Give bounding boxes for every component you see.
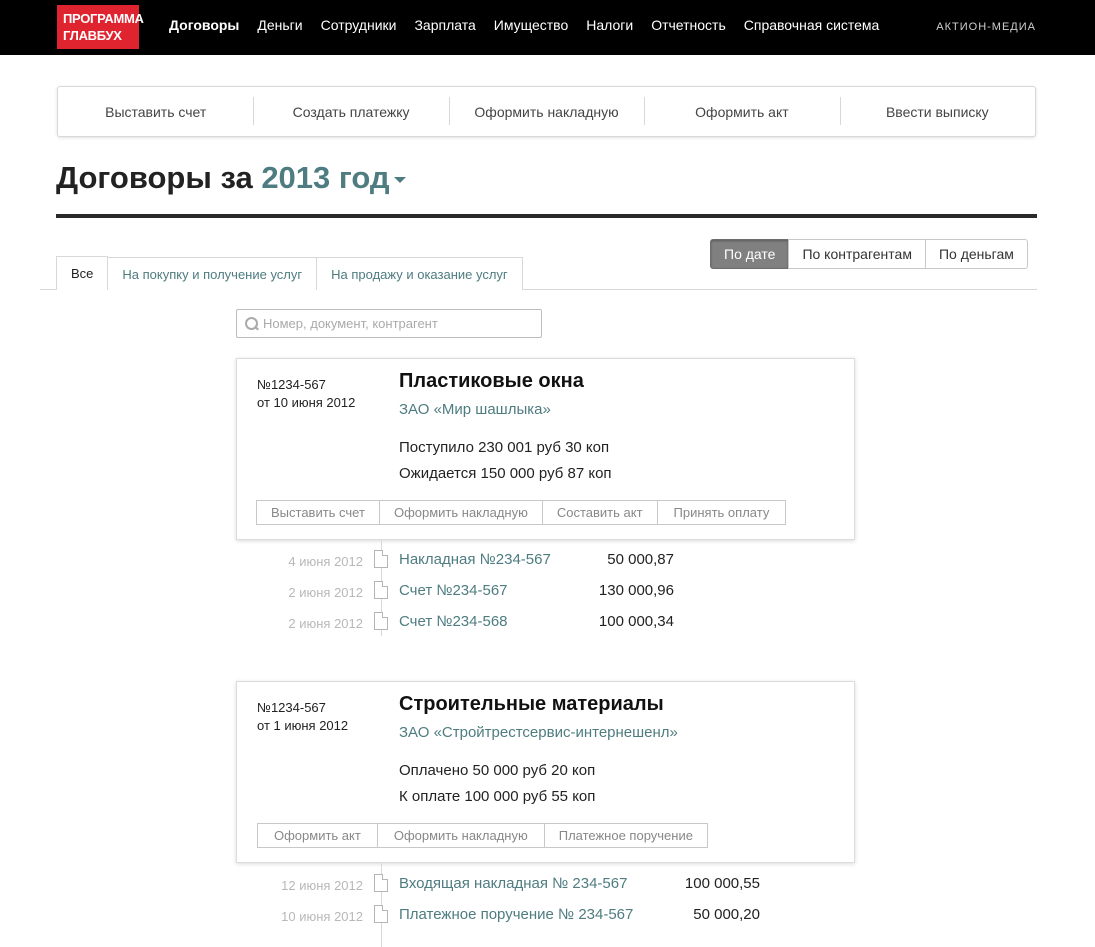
search-input[interactable]	[263, 316, 533, 331]
contract-title: Пластиковые окна	[399, 370, 584, 392]
accept-payment-button[interactable]: Принять оплату	[656, 500, 787, 525]
nav-item-salary[interactable]: Зарплата	[414, 17, 475, 33]
sort-by-date-button[interactable]: По дате	[710, 239, 790, 269]
document-link[interactable]: Накладная №234-567	[399, 551, 551, 568]
contract-company-link[interactable]: ЗАО «Мир шашлыка»	[399, 401, 551, 418]
payment-order-button[interactable]: Платежное поручение	[543, 823, 708, 848]
document-date: 4 июня 2012	[288, 554, 363, 569]
nav-item-employees[interactable]: Сотрудники	[321, 17, 397, 33]
document-date: 2 июня 2012	[288, 616, 363, 631]
document-amount: 130 000,96	[598, 582, 674, 599]
brand-link[interactable]: АКТИОН-МЕДИА	[936, 21, 1036, 33]
create-waybill-button[interactable]: Оформить накладную	[376, 823, 545, 848]
year-label: 2013 год	[261, 160, 390, 195]
enter-statement-button[interactable]: Ввести выписку	[839, 87, 1035, 136]
document-amount: 50 000,20	[693, 906, 760, 923]
document-row: 2 июня 2012 Счет №234-568 100 000,34	[236, 612, 796, 634]
document-icon	[374, 550, 388, 568]
nav-item-contracts[interactable]: Договоры	[169, 17, 239, 33]
document-amount: 50 000,87	[607, 551, 674, 568]
contract-tabs: Все На покупку и получение услуг На прод…	[56, 256, 523, 290]
payment-expected: Ожидается 150 000 руб 87 коп	[399, 465, 612, 482]
document-link[interactable]: Платежное поручение № 234-567	[399, 906, 633, 923]
document-icon	[374, 874, 388, 892]
document-date: 12 июня 2012	[281, 878, 363, 893]
create-act-button[interactable]: Оформить акт	[644, 87, 839, 136]
year-selector[interactable]: 2013 год	[261, 160, 406, 195]
payment-paid: Оплачено 50 000 руб 20 коп	[399, 762, 596, 779]
top-bar: ПРОГРАММА ГЛАВБУХ Договоры Деньги Сотруд…	[0, 0, 1095, 55]
tab-sales[interactable]: На продажу и оказание услуг	[316, 257, 523, 290]
document-icon	[374, 905, 388, 923]
nav-item-money[interactable]: Деньги	[257, 17, 302, 33]
logo-line-2: ГЛАВБУХ	[63, 28, 122, 43]
document-row: 2 июня 2012 Счет №234-567 130 000,96	[236, 581, 796, 603]
document-row: 12 июня 2012 Входящая накладная № 234-56…	[236, 874, 796, 896]
document-row: 10 июня 2012 Платежное поручение № 234-5…	[236, 905, 796, 927]
issue-invoice-button[interactable]: Выставить счет	[256, 500, 380, 525]
create-payment-button[interactable]: Создать платежку	[253, 87, 448, 136]
logo-line-1: ПРОГРАММА	[63, 11, 144, 26]
sort-toggle: По дате По контрагентам По деньгам	[710, 239, 1028, 269]
contract-date: от 1 июня 2012	[257, 718, 349, 733]
payment-due: К оплате 100 000 руб 55 коп	[399, 788, 596, 805]
payment-received: Поступило 230 001 руб 30 коп	[399, 439, 610, 456]
contract-payments: Оплачено 50 000 руб 20 коп К оплате 100 …	[399, 758, 595, 810]
nav-item-reports[interactable]: Отчетность	[651, 17, 726, 33]
contract-card: №1234-567 от 10 июня 2012 Пластиковые ок…	[236, 358, 855, 540]
compose-act-button[interactable]: Составить акт	[541, 500, 658, 525]
document-link[interactable]: Входящая накладная № 234-567	[399, 875, 627, 892]
issue-invoice-button[interactable]: Выставить счет	[58, 87, 253, 136]
contract-number-block: №1234-567 от 10 июня 2012	[257, 376, 355, 412]
page-title-prefix: Договоры за	[56, 160, 253, 195]
contract-payments: Поступило 230 001 руб 30 коп Ожидается 1…	[399, 435, 612, 487]
document-date: 10 июня 2012	[281, 909, 363, 924]
heading-divider	[56, 214, 1037, 218]
contract-date: от 10 июня 2012	[257, 395, 356, 410]
contract-number: №1234-567	[257, 700, 326, 715]
document-row: 4 июня 2012 Накладная №234-567 50 000,87	[236, 550, 796, 572]
create-waybill-button[interactable]: Оформить накладную	[448, 87, 644, 136]
nav-item-property[interactable]: Имущество	[494, 17, 568, 33]
create-waybill-button[interactable]: Оформить накладную	[378, 500, 543, 525]
document-amount: 100 000,34	[598, 613, 674, 630]
create-act-button[interactable]: Оформить акт	[257, 823, 378, 848]
search-icon	[245, 316, 259, 331]
page-title: Договоры за 2013 год	[56, 160, 406, 196]
contract-title: Строительные материалы	[399, 693, 664, 715]
document-date: 2 июня 2012	[288, 585, 363, 600]
tab-purchase[interactable]: На покупку и получение услуг	[107, 257, 318, 290]
document-link[interactable]: Счет №234-567	[399, 582, 508, 599]
contract-actions: Оформить акт Оформить накладную Платежно…	[257, 823, 708, 848]
document-icon	[374, 612, 388, 630]
sort-by-money-button[interactable]: По деньгам	[924, 239, 1028, 269]
main-nav: Договоры Деньги Сотрудники Зарплата Имущ…	[169, 17, 897, 33]
action-bar: Выставить счет Создать платежку Оформить…	[57, 86, 1036, 137]
nav-item-taxes[interactable]: Налоги	[586, 17, 633, 33]
document-icon	[374, 581, 388, 599]
tab-all[interactable]: Все	[56, 256, 109, 290]
contract-card: №1234-567 от 1 июня 2012 Строительные ма…	[236, 681, 855, 863]
chevron-down-icon	[393, 176, 406, 183]
contract-number-block: №1234-567 от 1 июня 2012	[257, 699, 348, 735]
document-amount: 100 000,55	[684, 875, 760, 892]
document-link[interactable]: Счет №234-568	[399, 613, 508, 630]
sort-by-counterparty-button[interactable]: По контрагентам	[788, 239, 926, 269]
search-box	[236, 309, 542, 338]
nav-item-reference[interactable]: Справочная система	[744, 17, 880, 33]
logo[interactable]: ПРОГРАММА ГЛАВБУХ	[57, 5, 144, 49]
contract-number: №1234-567	[257, 377, 326, 392]
contract-company-link[interactable]: ЗАО «Стройтрестсервис-интернешенл»	[399, 724, 678, 741]
contract-actions: Выставить счет Оформить накладную Состав…	[256, 500, 787, 525]
